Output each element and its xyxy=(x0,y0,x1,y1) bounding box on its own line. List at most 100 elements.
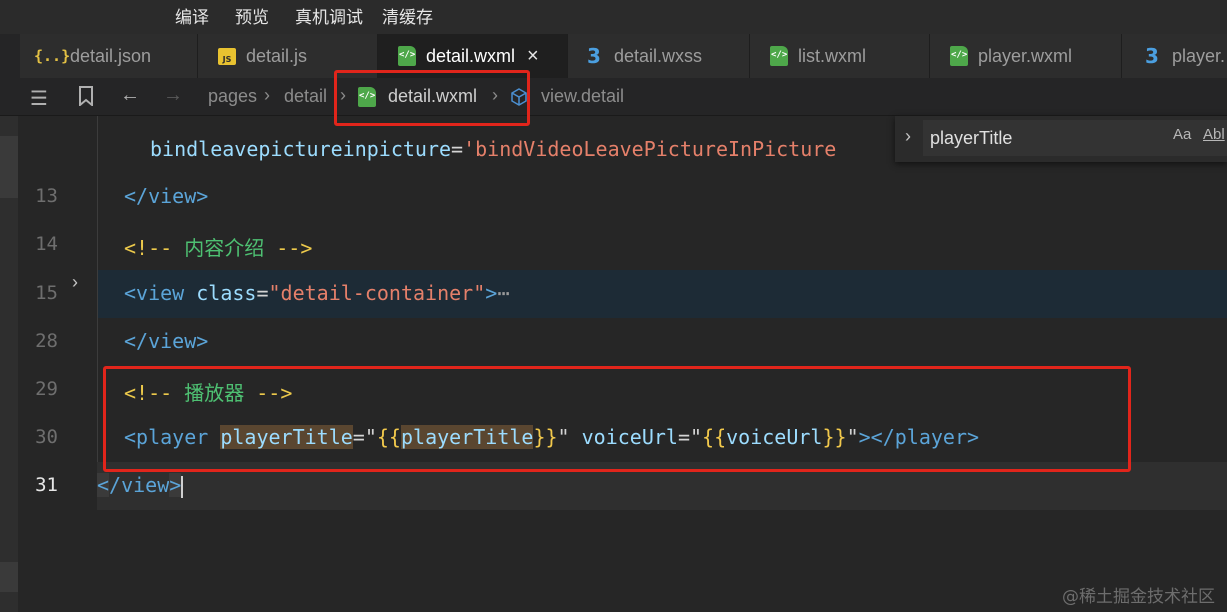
code-token: 播放器 xyxy=(172,381,257,405)
code-token: > xyxy=(485,281,498,305)
chevron-right-icon: › xyxy=(340,85,346,105)
close-icon[interactable]: × xyxy=(527,45,539,68)
code-line-13: </view> xyxy=(124,184,208,208)
code-token: /view xyxy=(109,473,170,497)
line-number: 29 xyxy=(35,378,58,400)
code-token: 内容介绍 xyxy=(172,236,277,260)
bracket-match: < xyxy=(97,473,110,497)
tab-player-wxss[interactable]: 3 player. xyxy=(1122,34,1227,78)
line-number: 15 xyxy=(35,282,58,304)
strip-marker xyxy=(0,562,18,592)
tab-label: player. xyxy=(1172,45,1226,66)
chevron-right-icon[interactable]: › xyxy=(905,126,911,147)
bookmark-icon[interactable] xyxy=(77,86,95,112)
code-token: --> xyxy=(256,381,293,405)
code-token: {{ xyxy=(376,425,401,449)
tab-detail-wxss[interactable]: 3 detail.wxss xyxy=(568,34,750,78)
breadcrumb-bar: ☰ ← → pages › detail › detail.wxml › vie… xyxy=(0,78,1227,116)
line-number: 14 xyxy=(35,233,58,255)
code-line-15: <view class="detail-container">⋯ xyxy=(124,281,509,305)
tab-label: detail.json xyxy=(70,45,152,66)
wxml-file-icon xyxy=(358,87,376,107)
tab-player-wxml[interactable]: player.wxml xyxy=(930,34,1122,78)
code-line-14: <!-- 内容介绍 --> xyxy=(124,232,312,261)
activity-strip xyxy=(0,116,18,612)
code-token: <!-- xyxy=(124,236,173,260)
json-file-icon: {..} xyxy=(34,47,71,65)
code-token: voiceUrl xyxy=(569,425,678,449)
menu-compile[interactable]: 编译 xyxy=(175,3,209,28)
code-token: <player xyxy=(124,425,209,449)
line-number: 13 xyxy=(35,185,58,207)
tab-label: list.wxml xyxy=(798,45,866,66)
match-case-toggle[interactable]: Aa xyxy=(1173,126,1191,143)
find-widget: › Aa Abl xyxy=(895,116,1227,162)
menu-device-debug[interactable]: 真机调试 xyxy=(295,3,363,28)
current-line-highlight xyxy=(97,462,1227,510)
code-line-28: </view> xyxy=(124,329,208,353)
line-number: 28 xyxy=(35,330,58,352)
tab-list-wxml[interactable]: list.wxml xyxy=(750,34,930,78)
text-cursor xyxy=(181,475,184,498)
code-token: class xyxy=(184,281,257,305)
wxml-file-icon xyxy=(950,46,968,66)
code-token: =" xyxy=(677,425,703,449)
line-number: 31 xyxy=(35,474,58,496)
code-line-29: <!-- 播放器 --> xyxy=(124,377,292,406)
menu-clear-cache[interactable]: 清缓存 xyxy=(382,3,433,28)
wxss-file-icon: 3 xyxy=(587,44,601,68)
tab-label: player.wxml xyxy=(978,45,1073,66)
breadcrumb-view-detail[interactable]: view.detail xyxy=(541,86,624,107)
menu-preview[interactable]: 预览 xyxy=(235,3,269,28)
indent-guide xyxy=(97,116,98,462)
code-token: = xyxy=(256,281,269,305)
strip-marker xyxy=(0,136,18,198)
chevron-right-icon: › xyxy=(264,85,270,105)
code-line-attribute: bindleavepictureinpicture='bindVideoLeav… xyxy=(150,137,895,161)
tab-label: detail.wxss xyxy=(614,45,703,66)
code-token: "detail-container" xyxy=(268,281,486,305)
watermark: @稀土掘金技术社区 xyxy=(1062,587,1215,607)
code-token: bindleavepictureinpicture xyxy=(150,137,452,161)
wxml-file-icon xyxy=(398,46,416,66)
breadcrumb-detail-wxml[interactable]: detail.wxml xyxy=(388,86,477,107)
code-token: " xyxy=(846,425,859,449)
code-token: </view> xyxy=(124,329,209,353)
code-line-31: </view> xyxy=(97,473,184,498)
code-token: {{ xyxy=(702,425,727,449)
menu-bar: 编译 预览 真机调试 清缓存 xyxy=(0,0,1227,34)
code-token: =" xyxy=(352,425,377,449)
code-token: = xyxy=(451,137,464,161)
code-token: --> xyxy=(276,236,313,260)
chevron-right-icon[interactable]: › xyxy=(72,272,78,293)
tab-detail-js[interactable]: JS detail.js xyxy=(198,34,378,78)
code-token: <view xyxy=(124,281,185,305)
bracket-match: > xyxy=(169,473,182,497)
search-match: playerTitle xyxy=(400,425,534,449)
editor-tab-bar: {..} detail.json JS detail.js detail.wxm… xyxy=(0,34,1227,78)
line-number: 30 xyxy=(35,426,58,448)
code-token: 'bindVideoLeavePictureInPicture xyxy=(463,137,837,161)
code-token: </view> xyxy=(124,184,209,208)
tab-detail-wxml[interactable]: detail.wxml × xyxy=(378,34,568,78)
tab-label: detail.js xyxy=(246,45,308,66)
cube-icon xyxy=(510,88,528,111)
js-file-icon: JS xyxy=(218,47,236,65)
code-token: }} xyxy=(822,425,847,449)
code-token: }} xyxy=(533,425,558,449)
wxml-file-icon xyxy=(770,46,788,66)
code-line-30: <player playerTitle="{{playerTitle}}" vo… xyxy=(124,425,979,449)
code-token: <!-- xyxy=(124,381,173,405)
back-arrow-icon[interactable]: ← xyxy=(120,84,140,107)
tab-detail-json[interactable]: {..} detail.json xyxy=(20,34,198,78)
chevron-right-icon: › xyxy=(492,85,498,105)
code-token: " xyxy=(557,425,570,449)
list-icon[interactable]: ☰ xyxy=(30,86,48,111)
whole-word-toggle[interactable]: Abl xyxy=(1203,126,1225,143)
breadcrumb-pages[interactable]: pages xyxy=(208,86,257,107)
tab-label: detail.wxml xyxy=(426,45,516,66)
forward-arrow-icon[interactable]: → xyxy=(163,84,183,107)
code-token: ></player> xyxy=(858,425,980,449)
breadcrumb-detail[interactable]: detail xyxy=(284,86,327,107)
fold-ellipsis-icon[interactable]: ⋯ xyxy=(497,281,509,305)
